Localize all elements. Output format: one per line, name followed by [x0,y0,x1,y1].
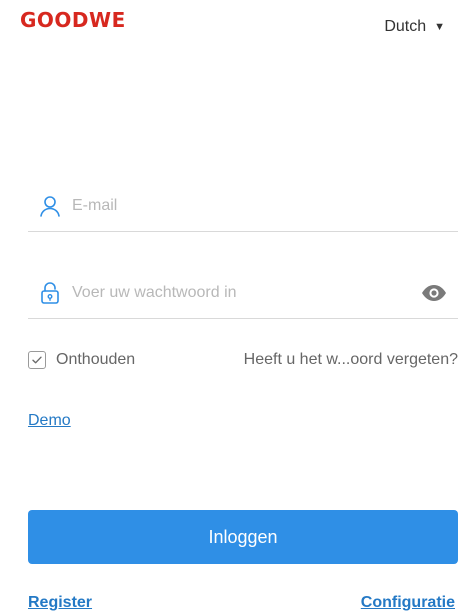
language-label: Dutch [384,18,427,35]
login-button[interactable]: Inloggen [28,510,458,564]
remember-checkbox[interactable] [28,351,46,369]
password-input[interactable] [72,283,420,302]
register-link[interactable]: Register [28,594,92,612]
caret-down-icon: ▼ [434,21,445,33]
check-icon [32,356,42,364]
remember-row: Onthouden Heeft u het w...oord vergeten? [28,346,458,374]
forgot-password-link[interactable]: Heeft u het w...oord vergeten? [244,351,458,369]
language-selector[interactable]: Dutch ▼ [384,18,445,36]
configuration-link[interactable]: Configuratie [361,594,455,612]
email-field[interactable] [28,180,458,232]
password-field[interactable] [28,267,458,319]
email-input[interactable] [72,196,458,215]
eye-icon[interactable] [420,279,448,307]
lock-icon [41,281,59,304]
goodwe-logo: GOODWE [20,8,126,32]
demo-link[interactable]: Demo [28,412,71,430]
user-icon [40,195,60,217]
remember-label: Onthouden [56,351,136,368]
